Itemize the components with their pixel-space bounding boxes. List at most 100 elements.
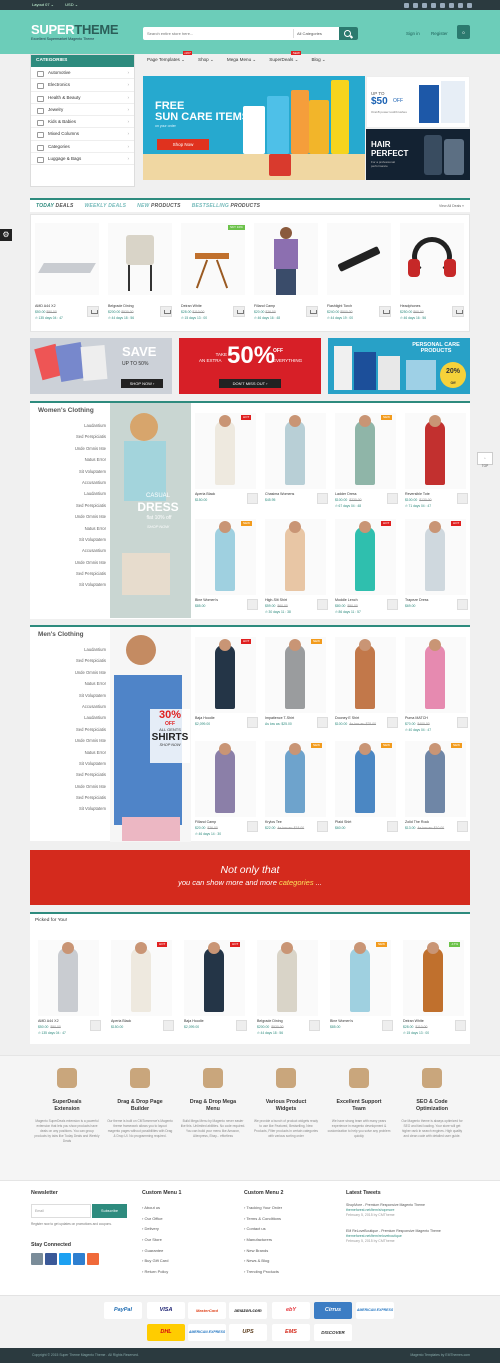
menu-superdeals[interactable]: SuperDeals ⌄ NEW xyxy=(269,51,302,63)
linkedin-icon[interactable] xyxy=(73,1253,85,1265)
product-name[interactable]: Impatience T-Shirt xyxy=(265,716,294,720)
footer-link[interactable]: › Terms & Conditions xyxy=(244,1214,282,1225)
subcategory-link[interactable]: Unde Omnis Iste xyxy=(30,667,106,678)
product-name[interactable]: Bine Women's xyxy=(330,1019,353,1023)
product-image[interactable] xyxy=(181,223,245,295)
product-name[interactable]: Aperia Black xyxy=(111,1019,131,1023)
subcategory-link[interactable]: Sed Perspiciatis xyxy=(30,792,106,803)
product-card[interactable]: HOT Moddle Lench $80.00 $90.00 ⏱ 86 days 11 … xyxy=(335,515,405,618)
facebook-icon[interactable] xyxy=(45,1253,57,1265)
subcategory-link[interactable]: Sed Perspiciatis xyxy=(30,500,106,511)
add-to-cart-button[interactable] xyxy=(379,306,391,317)
promo-personal-care-banner[interactable]: PERSONAL CARE PRODUCTS 20% Off xyxy=(328,338,470,394)
category-item[interactable]: Jewelry xyxy=(31,104,134,117)
footer-link[interactable]: › Manufacturers xyxy=(244,1235,282,1246)
product-image[interactable] xyxy=(335,637,396,713)
subcategory-link[interactable]: Sed Perspiciatis xyxy=(30,769,106,780)
back-to-top-button[interactable]: ⌃ TOP xyxy=(477,452,493,468)
product-image[interactable] xyxy=(265,637,326,713)
cart-button[interactable]: 0 xyxy=(457,25,470,39)
product-card[interactable]: NEW Plaid Shirt $60.00 xyxy=(335,737,405,840)
footer-link[interactable]: › Delivery xyxy=(142,1224,168,1235)
add-to-cart-button[interactable] xyxy=(236,1020,247,1031)
vimeo-icon[interactable] xyxy=(458,2,463,8)
product-image[interactable] xyxy=(257,940,318,1016)
tweet-link[interactable]: themeforest.net/item/reloveboutique xyxy=(346,1234,402,1238)
product-name[interactable]: AMD A44 X2 xyxy=(35,304,56,308)
add-to-cart-button[interactable] xyxy=(247,821,258,832)
product-card[interactable]: Reversible Tote $100.00 $130.00 ⏱ 71 days 0… xyxy=(405,409,475,512)
add-to-cart-button[interactable] xyxy=(387,599,398,610)
product-card[interactable]: -17% Deiran White $28.00 $110.00 ⏱ 15 days 1… xyxy=(403,936,473,1039)
layout-switcher[interactable]: Layout 07 ⌄ xyxy=(32,2,54,7)
product-name[interactable]: Baja Hoodie xyxy=(195,716,215,720)
product-name[interactable]: Reversible Tote xyxy=(405,492,430,496)
promo-extra-50-banner[interactable]: TAKE AN EXTRA 50% OFF EVERYTHING DON'T M… xyxy=(179,338,321,394)
product-name[interactable]: Headphones xyxy=(400,304,420,308)
add-to-cart-button[interactable] xyxy=(87,306,99,317)
product-card[interactable]: NEW Bine Women's $85.00 xyxy=(195,515,265,618)
product-name[interactable]: Ladder Dress xyxy=(335,492,357,496)
product-name[interactable]: High-Slit Shirt xyxy=(265,598,287,602)
add-to-cart-button[interactable] xyxy=(457,599,468,610)
add-to-cart-button[interactable] xyxy=(317,821,328,832)
product-image[interactable] xyxy=(335,413,396,489)
tab-new-products[interactable]: NEW PRODUCTS xyxy=(137,203,181,209)
tweet-link[interactable]: themeforest.net/item/shopmore xyxy=(346,1208,394,1212)
add-to-cart-button[interactable] xyxy=(317,493,328,504)
signin-link[interactable]: Sign in xyxy=(406,31,420,36)
section-title[interactable]: Women's Clothing xyxy=(38,407,94,414)
menu-page-templates[interactable]: Page Templates ⌄ HOT xyxy=(147,51,193,63)
subcategory-link[interactable]: Unde Omnis Iste xyxy=(30,735,106,746)
subcategory-link[interactable]: Natus Error xyxy=(30,678,106,689)
categories-title[interactable]: CATEGORIES xyxy=(31,55,134,67)
product-image[interactable] xyxy=(195,741,256,817)
subcategory-link[interactable]: Sed Perspiciatis xyxy=(30,655,106,666)
subscribe-button[interactable]: Subscribe xyxy=(92,1204,127,1218)
hero-banner[interactable]: FREE SUN CARE ITEMS on your order Shop No… xyxy=(143,76,365,180)
category-item[interactable]: Automotive xyxy=(31,67,134,80)
product-card[interactable]: NEW Zolid The Rock $13.00 As low as: $10.00 xyxy=(405,737,475,840)
subcategory-link[interactable]: Natus Error xyxy=(30,454,106,465)
product-image[interactable] xyxy=(335,741,396,817)
product-card[interactable]: AMD A44 X2 $50.00 $90.00 ⏱ 135 days 04 :… xyxy=(31,215,104,331)
tab-today-deals[interactable]: TODAY DEALS xyxy=(36,203,74,209)
add-to-cart-button[interactable] xyxy=(382,1020,393,1031)
product-name[interactable]: Filland Camp xyxy=(254,304,275,308)
category-item[interactable]: Luggage & Bags xyxy=(31,153,134,166)
subcategory-link[interactable]: Accusantium xyxy=(30,701,106,712)
product-image[interactable] xyxy=(108,223,172,295)
product-name[interactable]: Moddle Lench xyxy=(335,598,358,602)
product-name[interactable]: Belgrade Dining xyxy=(108,304,134,308)
gear-icon[interactable]: ⚙ xyxy=(0,229,12,241)
add-to-cart-button[interactable] xyxy=(160,306,172,317)
product-image[interactable] xyxy=(405,741,466,817)
product-image[interactable] xyxy=(38,940,99,1016)
subcategory-link[interactable]: Laudantium xyxy=(30,644,106,655)
subcategory-link[interactable]: Laudantium xyxy=(30,488,106,499)
tab-weekly-deals[interactable]: WEEKLY DEALS xyxy=(85,203,127,209)
product-image[interactable] xyxy=(327,223,391,295)
subcategory-link[interactable]: Unde Omnis Iste xyxy=(30,781,106,792)
subcategory-link[interactable]: Natus Error xyxy=(30,747,106,758)
women-promo-image[interactable]: CASUAL DRESS flat 10% off SHOP NOW xyxy=(110,403,191,618)
product-name[interactable]: Filland Camp xyxy=(195,820,216,824)
plus-icon[interactable] xyxy=(87,1253,99,1265)
add-to-cart-button[interactable] xyxy=(163,1020,174,1031)
product-image[interactable] xyxy=(111,940,172,1016)
product-image[interactable] xyxy=(265,413,326,489)
category-item[interactable]: Categories xyxy=(31,141,134,154)
add-to-cart-button[interactable] xyxy=(387,717,398,728)
footer-link[interactable]: › About us xyxy=(142,1203,168,1214)
product-name[interactable]: Dooney E Shirt xyxy=(335,716,359,720)
subcategory-link[interactable]: Sed Perspiciatis xyxy=(30,568,106,579)
product-name[interactable]: Chasima Womens xyxy=(265,492,294,496)
subcategory-link[interactable]: Sit Voluptatem xyxy=(30,534,106,545)
promo-save-banner[interactable]: SAVE UP TO 50% SHOP NOW › xyxy=(30,338,172,394)
add-to-cart-button[interactable] xyxy=(247,493,258,504)
footer-link[interactable]: › Trending Products xyxy=(244,1267,282,1278)
product-name[interactable]: Aperia Black xyxy=(195,492,215,496)
product-card[interactable]: HOT Aperia Black $150.00 xyxy=(195,409,265,512)
twitter-icon[interactable] xyxy=(59,1253,71,1265)
subcategory-link[interactable]: Unde Omnis Iste xyxy=(30,511,106,522)
